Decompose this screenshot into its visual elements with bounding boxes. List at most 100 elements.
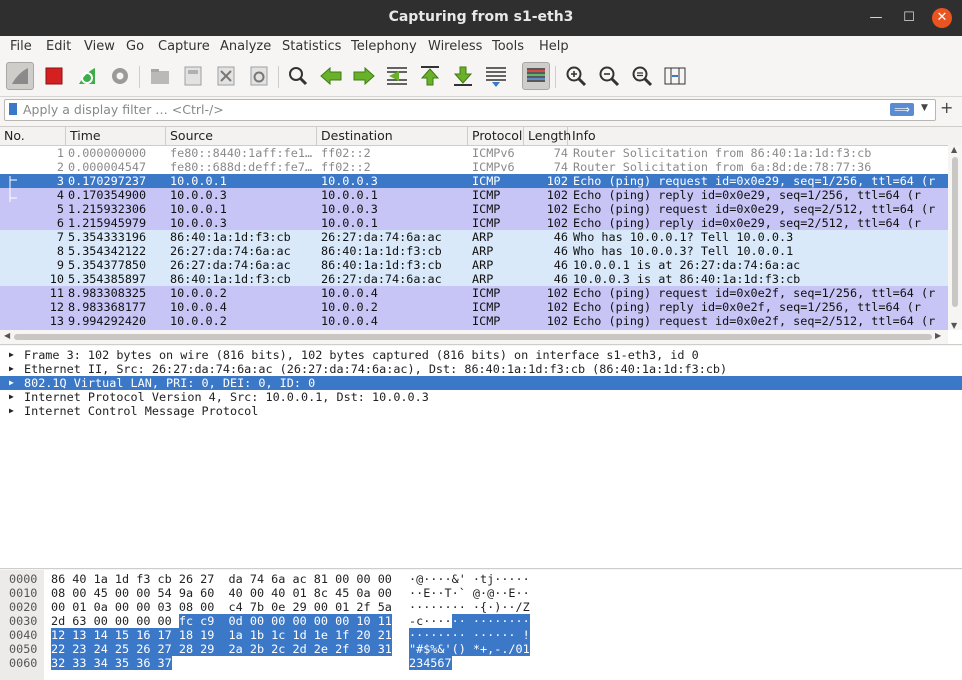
maximize-button[interactable]: ☐ xyxy=(899,8,919,28)
table-row[interactable]: 13 9.994292420 10.0.0.2 10.0.0.4 ICMP 102 Echo… xyxy=(0,314,948,328)
hex-bytes[interactable]: 22 23 24 25 26 27 28 29 2a 2b 2c 2d 2e 2… xyxy=(51,642,392,656)
packet-protocol: ICMP xyxy=(472,188,501,202)
close-file-button[interactable] xyxy=(212,62,240,90)
hex-bytes[interactable]: 00 01 0a 00 00 03 08 00 c4 7b 0e 29 00 0… xyxy=(51,600,392,614)
normal-size-button[interactable] xyxy=(628,62,656,90)
table-row[interactable]: 1 0.000000000 fe80::8440:1aff:fe1… ff02::2 I… xyxy=(0,146,948,160)
autoscroll-button[interactable] xyxy=(482,62,510,90)
table-row[interactable]: 7 5.354333196 86:40:1a:1d:f3:cb 26:27:da:74… xyxy=(0,230,948,244)
scroll-right-icon[interactable]: ▶ xyxy=(935,331,941,340)
packet-info: Echo (ping) request id=0x0e29, seq=1/256… xyxy=(573,174,936,188)
packet-destination: 86:40:1a:1d:f3:cb xyxy=(321,244,442,258)
zoom-out-button[interactable] xyxy=(595,62,623,90)
column-header-protocol[interactable]: Protocol xyxy=(468,127,524,145)
column-header-length[interactable]: Length xyxy=(524,127,571,145)
hex-ascii[interactable]: ········ ······ ! xyxy=(409,628,530,642)
hex-bytes[interactable]: 86 40 1a 1d f3 cb 26 27 da 74 6a ac 81 0… xyxy=(51,572,392,586)
table-row[interactable]: 10 5.354385897 86:40:1a:1d:f3:cb 26:27:da:7… xyxy=(0,272,948,286)
hex-bytes[interactable]: 32 33 34 35 36 37 xyxy=(51,656,172,670)
stop-capture-icon xyxy=(45,67,63,85)
table-row[interactable]: 2 0.000004547 fe80::688d:deff:fe7… ff02::2 I… xyxy=(0,160,948,174)
capture-options-button[interactable] xyxy=(106,62,134,90)
open-file-button[interactable] xyxy=(146,62,174,90)
table-row[interactable]: 5 1.215932306 10.0.0.1 10.0.0.3 ICMP 102 Echo … xyxy=(0,202,948,216)
table-row[interactable]: 6 1.215945979 10.0.0.3 10.0.0.1 ICMP 102 Echo … xyxy=(0,216,948,230)
table-row[interactable]: 8 5.354342122 26:27:da:74:6a:ac 86:40:1a:1d… xyxy=(0,244,948,258)
table-row[interactable]: 12 8.983368177 10.0.0.4 10.0.0.2 ICMP 102 Echo… xyxy=(0,300,948,314)
display-filter-input[interactable] xyxy=(23,101,883,117)
expand-arrow-icon[interactable]: ▶ xyxy=(9,376,14,390)
expand-arrow-icon[interactable]: ▶ xyxy=(9,362,14,376)
packet-protocol: ICMPv6 xyxy=(472,160,515,174)
hex-ascii[interactable]: ·@····&' ·tj····· xyxy=(409,572,530,586)
table-row[interactable]: 11 8.983308325 10.0.0.2 10.0.0.4 ICMP 102 Echo… xyxy=(0,286,948,300)
menu-telephony[interactable]: Telephony xyxy=(351,39,417,54)
menu-wireless[interactable]: Wireless xyxy=(428,39,482,54)
hex-ascii[interactable]: 234567 xyxy=(409,656,452,670)
resize-columns-button[interactable] xyxy=(661,62,689,90)
menu-view[interactable]: View xyxy=(84,39,115,54)
hex-bytes-highlighted: 22 23 24 25 26 27 28 29 2a 2b 2c 2d 2e 2… xyxy=(51,642,392,656)
stop-capture-button[interactable] xyxy=(40,62,68,90)
hex-offset: 0010 xyxy=(9,586,38,600)
expand-arrow-icon[interactable]: ▶ xyxy=(9,404,14,418)
hex-ascii[interactable]: "#$%&'() *+,-./01 xyxy=(409,642,530,656)
column-header-no[interactable]: No. xyxy=(0,127,66,145)
column-header-source[interactable]: Source xyxy=(166,127,317,145)
menu-capture[interactable]: Capture xyxy=(158,39,210,54)
close-window-button[interactable]: ✕ xyxy=(932,8,952,28)
hex-bytes[interactable]: 12 13 14 15 16 17 18 19 1a 1b 1c 1d 1e 1… xyxy=(51,628,392,642)
last-packet-button[interactable] xyxy=(449,62,477,90)
hex-row: 0010 08 00 45 00 00 54 9a 60 40 00 40 01 … xyxy=(0,586,962,600)
hex-ascii[interactable]: ········ ·{·)··/Z xyxy=(409,600,530,614)
first-packet-button[interactable] xyxy=(416,62,444,90)
expand-arrow-icon[interactable]: ▶ xyxy=(9,390,14,404)
apply-filter-button[interactable]: ⟹ xyxy=(890,103,914,116)
hex-ascii[interactable]: ··E··T·` @·@··E·· xyxy=(409,586,530,600)
scroll-down-icon[interactable]: ▼ xyxy=(951,321,957,330)
menu-file[interactable]: File xyxy=(10,39,32,54)
colorize-button[interactable] xyxy=(522,62,550,90)
restart-capture-button[interactable] xyxy=(73,62,101,90)
menu-analyze[interactable]: Analyze xyxy=(220,39,271,54)
column-header-destination[interactable]: Destination xyxy=(317,127,468,145)
hex-bytes[interactable]: 08 00 45 00 00 54 9a 60 40 00 40 01 8c 4… xyxy=(51,586,392,600)
detail-tree-item[interactable]: ▶ Internet Control Message Protocol xyxy=(0,404,962,418)
scroll-left-icon[interactable]: ◀ xyxy=(4,331,10,340)
menu-statistics[interactable]: Statistics xyxy=(282,39,341,54)
minimize-button[interactable]: — xyxy=(866,8,886,28)
menu-tools[interactable]: Tools xyxy=(492,39,524,54)
detail-tree-item[interactable]: ▶ 802.1Q Virtual LAN, PRI: 0, DEI: 0, ID:… xyxy=(0,376,962,390)
hex-ascii[interactable]: -c······ ········ xyxy=(409,614,530,628)
hex-bytes[interactable]: 2d 63 00 00 00 00 fc c9 0d 00 00 00 00 0… xyxy=(51,614,392,628)
go-to-packet-button[interactable] xyxy=(383,62,411,90)
scroll-up-icon[interactable]: ▲ xyxy=(951,145,957,154)
filter-dropdown-icon[interactable]: ▼ xyxy=(921,103,928,113)
scroll-thumb[interactable] xyxy=(14,334,932,340)
add-filter-button[interactable]: + xyxy=(940,98,953,117)
detail-tree-item[interactable]: ▶ Internet Protocol Version 4, Src: 10.0.… xyxy=(0,390,962,404)
menu-go[interactable]: Go xyxy=(126,39,144,54)
reload-file-button[interactable] xyxy=(245,62,273,90)
bookmark-icon[interactable] xyxy=(9,103,17,115)
go-forward-button[interactable] xyxy=(350,62,378,90)
column-header-info[interactable]: Info xyxy=(568,127,962,145)
find-packet-button[interactable] xyxy=(284,62,312,90)
zoom-in-button[interactable] xyxy=(562,62,590,90)
scroll-thumb[interactable] xyxy=(952,157,958,307)
detail-tree-item[interactable]: ▶ Ethernet II, Src: 26:27:da:74:6a:ac (26… xyxy=(0,362,962,376)
packet-list-horizontal-scrollbar[interactable]: ◀ ▶ xyxy=(0,330,948,344)
go-back-button[interactable] xyxy=(317,62,345,90)
table-row[interactable]: 9 5.354377850 26:27:da:74:6a:ac 86:40:1a:1d… xyxy=(0,258,948,272)
menu-help[interactable]: Help xyxy=(539,39,569,54)
column-header-time[interactable]: Time xyxy=(66,127,166,145)
save-file-button[interactable] xyxy=(179,62,207,90)
table-row[interactable]: 3 0.170297237 10.0.0.1 10.0.0.3 ICMP 102 Echo … xyxy=(0,174,948,188)
detail-tree-item[interactable]: ▶ Frame 3: 102 bytes on wire (816 bits), … xyxy=(0,348,962,362)
hex-ascii-highlighted: ·· ········ xyxy=(451,614,530,628)
packet-list-vertical-scrollbar[interactable]: ▲ ▼ xyxy=(948,145,962,330)
table-row[interactable]: 4 0.170354900 10.0.0.3 10.0.0.1 ICMP 102 Echo … xyxy=(0,188,948,202)
start-capture-button[interactable] xyxy=(6,62,34,90)
expand-arrow-icon[interactable]: ▶ xyxy=(9,348,14,362)
menu-edit[interactable]: Edit xyxy=(46,39,71,54)
